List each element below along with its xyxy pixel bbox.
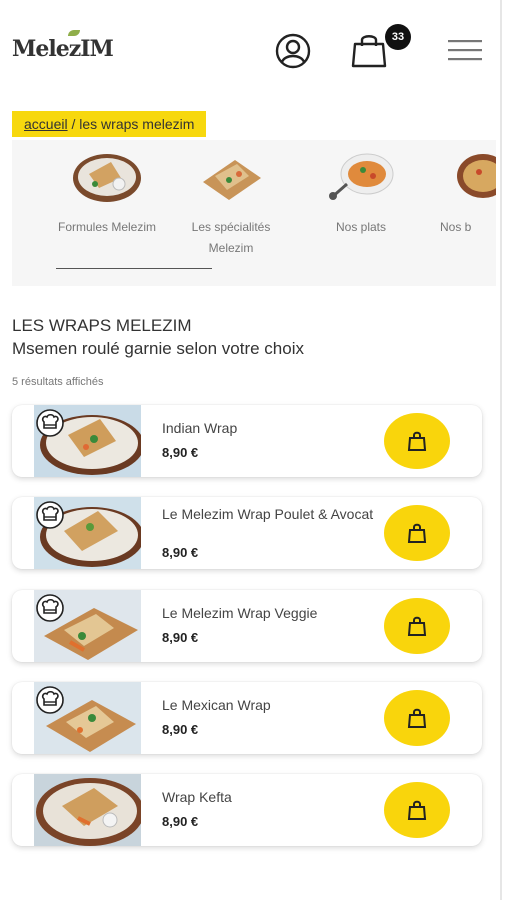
category-label: Nos b xyxy=(440,220,472,234)
product-price: 8,90 € xyxy=(162,545,199,560)
nos-b-thumbnail xyxy=(457,154,496,198)
category-specialites[interactable]: Les spécialités Melezim xyxy=(176,148,286,259)
product-card[interactable]: Le Mexican Wrap 8,90 € xyxy=(12,682,482,754)
product-price: 8,90 € xyxy=(162,722,199,737)
product-name[interactable]: Le Mexican Wrap xyxy=(162,698,392,712)
add-to-cart-bag-icon xyxy=(407,800,427,820)
chef-hat-icon xyxy=(36,409,64,437)
page-subtitle: Msemen roulé garnie selon votre choix xyxy=(12,339,304,358)
chef-hat-icon xyxy=(36,501,64,529)
product-name[interactable]: Le Melezim Wrap Veggie xyxy=(162,606,392,620)
category-label: Nos plats xyxy=(335,220,387,234)
product-card[interactable]: Wrap Kefta 8,90 € xyxy=(12,774,482,846)
product-price: 8,90 € xyxy=(162,445,199,460)
menu-button[interactable] xyxy=(446,36,486,66)
product-name[interactable]: Wrap Kefta xyxy=(162,790,392,804)
add-to-cart-bag-icon xyxy=(407,708,427,728)
product-price: 8,90 € xyxy=(162,814,199,829)
specialites-thumbnail xyxy=(203,160,261,200)
formules-thumbnail xyxy=(73,154,141,202)
add-to-cart-button[interactable] xyxy=(384,690,450,746)
site-header: MelezIM 33 xyxy=(0,0,500,100)
add-to-cart-button[interactable] xyxy=(384,782,450,838)
category-nos-plats[interactable]: Nos plats xyxy=(306,148,416,238)
nos-plats-thumbnail xyxy=(329,153,394,200)
product-name[interactable]: Indian Wrap xyxy=(162,421,392,435)
account-button[interactable] xyxy=(274,32,312,70)
add-to-cart-bag-icon xyxy=(407,523,427,543)
add-to-cart-button[interactable] xyxy=(384,505,450,561)
product-card[interactable]: Le Melezim Wrap Poulet & Avocat 8,90 € xyxy=(12,497,482,569)
cart-count-badge: 33 xyxy=(385,24,411,50)
add-to-cart-bag-icon xyxy=(407,431,427,451)
carousel-active-indicator xyxy=(56,268,212,269)
category-nos-b[interactable]: Nos b xyxy=(420,148,496,238)
logo-text: MelezIM xyxy=(12,36,114,62)
chef-hat-icon xyxy=(36,594,64,622)
hamburger-menu-icon xyxy=(448,40,482,61)
add-to-cart-button[interactable] xyxy=(384,598,450,654)
product-name[interactable]: Le Melezim Wrap Poulet & Avocat xyxy=(162,507,392,521)
category-carousel[interactable]: Formules Melezim Les spécialités Melezim… xyxy=(12,140,496,286)
add-to-cart-bag-icon xyxy=(407,616,427,636)
product-card[interactable]: Le Melezim Wrap Veggie 8,90 € xyxy=(12,590,482,662)
results-count: 5 résultats affichés xyxy=(12,376,104,388)
add-to-cart-button[interactable] xyxy=(384,413,450,469)
category-formules[interactable]: Formules Melezim xyxy=(52,148,162,238)
product-image xyxy=(34,774,141,846)
breadcrumb-home-link[interactable]: accueil xyxy=(24,116,68,132)
page-divider xyxy=(500,0,502,900)
site-logo[interactable]: MelezIM xyxy=(12,30,114,62)
breadcrumb-separator: / xyxy=(67,116,80,132)
product-price: 8,90 € xyxy=(162,630,199,645)
product-card[interactable]: Indian Wrap 8,90 € xyxy=(12,405,482,477)
shopping-bag-icon xyxy=(351,35,387,68)
cart-button[interactable] xyxy=(350,30,390,70)
page-title: LES WRAPS MELEZIM xyxy=(12,316,192,335)
account-icon xyxy=(275,33,311,69)
breadcrumb-current: les wraps melezim xyxy=(79,116,195,132)
category-label: Les spécialités Melezim xyxy=(191,220,271,255)
category-label: Formules Melezim xyxy=(57,220,156,234)
breadcrumb: accueil / les wraps melezim xyxy=(12,111,207,137)
chef-hat-icon xyxy=(36,686,64,714)
